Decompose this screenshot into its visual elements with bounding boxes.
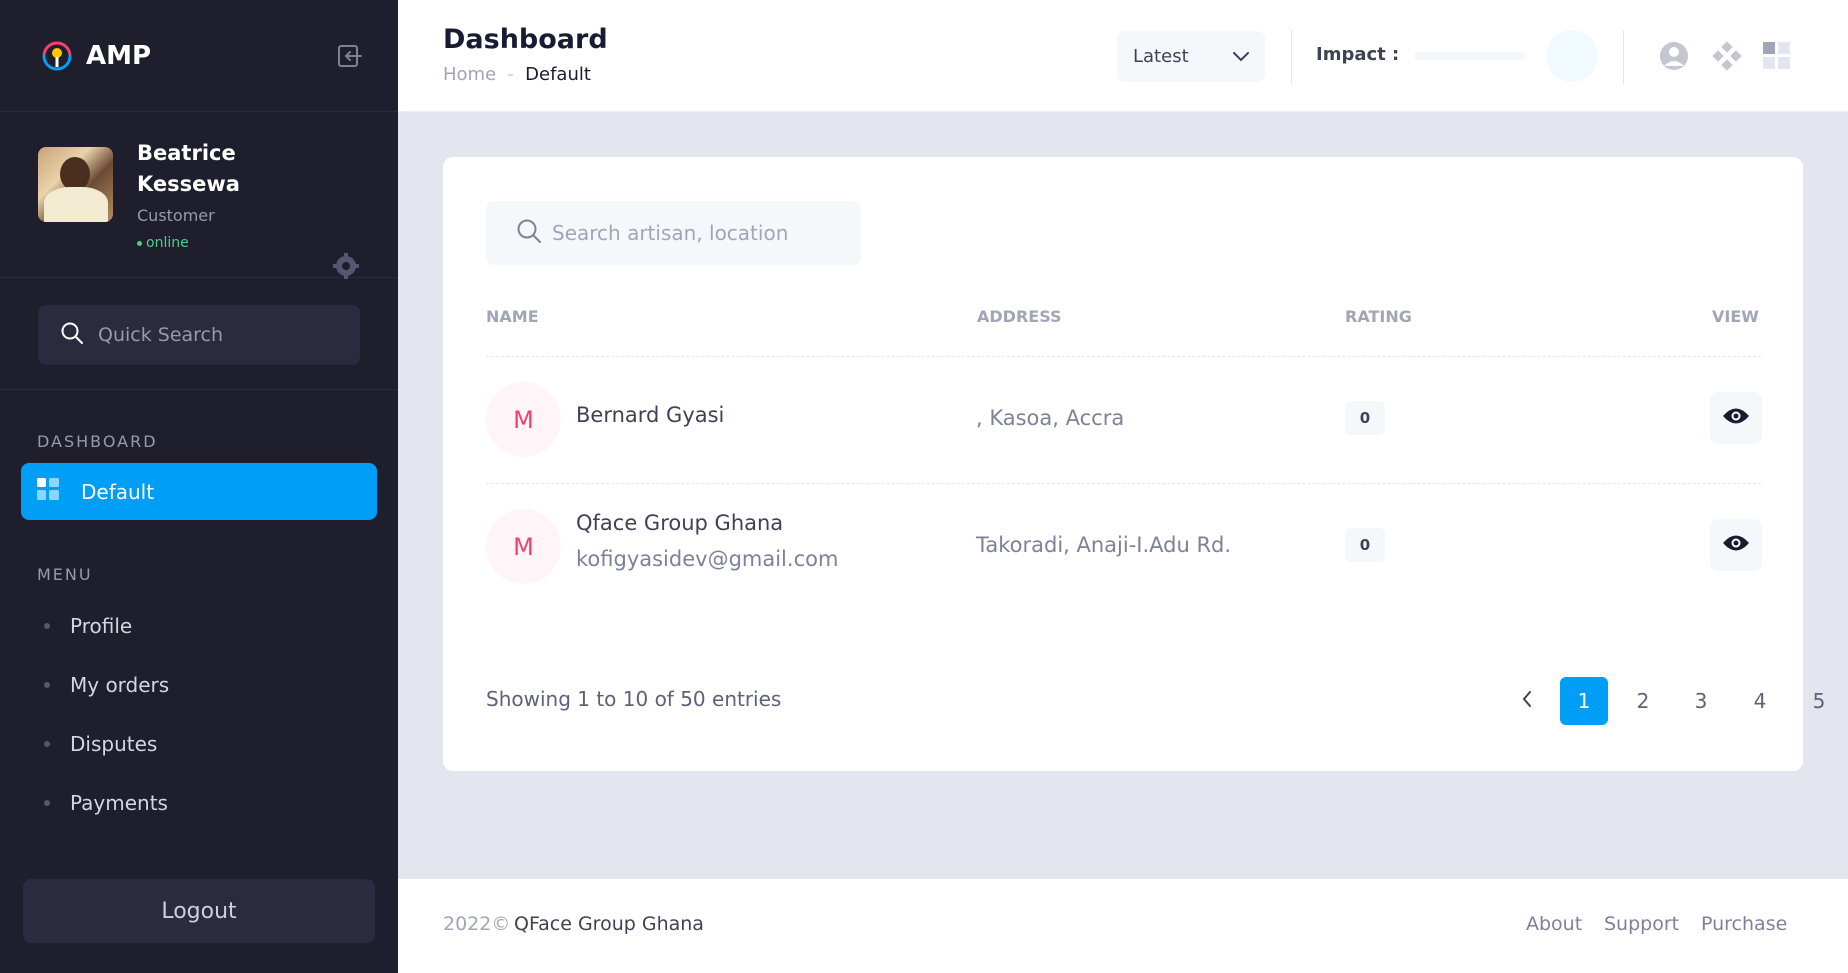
- search-icon: [60, 321, 84, 349]
- sidebar-collapse-icon[interactable]: [336, 43, 362, 69]
- gear-icon[interactable]: [332, 252, 360, 280]
- sort-select-value: Latest: [1133, 46, 1189, 67]
- breadcrumb-current: Default: [525, 64, 591, 85]
- apps-diamond-icon[interactable]: [1711, 40, 1743, 72]
- pagination-page-1[interactable]: 1: [1560, 677, 1608, 725]
- artisan-name: Bernard Gyasi: [576, 403, 725, 427]
- view-button[interactable]: [1710, 519, 1762, 571]
- logout-button[interactable]: Logout: [23, 879, 375, 943]
- sidebar-item-label: Payments: [70, 790, 168, 815]
- rating-badge: 0: [1345, 401, 1385, 435]
- impact-progress-bar: [1414, 52, 1526, 60]
- amp-logo-icon[interactable]: [38, 37, 76, 75]
- pagination-info: Showing 1 to 10 of 50 entries: [486, 687, 782, 711]
- brand-name: AMP: [86, 40, 152, 71]
- sidebar-item-default[interactable]: Default: [21, 463, 377, 520]
- header-divider: [1623, 30, 1624, 84]
- chevron-left-icon: [1522, 689, 1532, 713]
- footer-support-link[interactable]: Support: [1604, 913, 1679, 935]
- pagination-prev-button[interactable]: [1503, 677, 1551, 725]
- quick-search[interactable]: [38, 305, 360, 365]
- layout-grid-icon[interactable]: [1761, 40, 1793, 72]
- header-divider: [1291, 30, 1292, 84]
- search-icon: [516, 218, 542, 248]
- sidebar-item-my-orders[interactable]: My orders: [0, 655, 398, 714]
- user-name: Beatrice Kessewa: [137, 141, 240, 196]
- top-header: Dashboard Home Default Latest Impact :: [398, 0, 1848, 112]
- sidebar-item-profile[interactable]: Profile: [0, 596, 398, 655]
- column-header-rating[interactable]: RATING: [1345, 307, 1412, 326]
- footer-about-link[interactable]: About: [1526, 913, 1582, 935]
- page-title: Dashboard: [443, 24, 608, 55]
- avatar[interactable]: [38, 147, 113, 222]
- footer: 2022© QFace Group Ghana About Support Pu…: [398, 879, 1848, 973]
- artisan-email: kofigyasidev@gmail.com: [576, 547, 839, 571]
- sidebar-item-payments[interactable]: Payments: [0, 773, 398, 832]
- artisan-search-input[interactable]: [552, 221, 831, 245]
- eye-icon: [1722, 534, 1750, 556]
- user-status-label: online: [146, 235, 189, 251]
- sidebar-item-label: My orders: [70, 672, 170, 697]
- sort-select[interactable]: Latest: [1117, 31, 1265, 82]
- chevron-down-icon: [1233, 46, 1249, 67]
- table-row: M Bernard Gyasi , Kasoa, Accra 0: [486, 356, 1762, 466]
- artisan-address: Takoradi, Anaji-I.Adu Rd.: [976, 533, 1232, 557]
- impact-indicator: [1546, 30, 1598, 82]
- sidebar-item-label: Disputes: [70, 731, 158, 756]
- rating-badge: 0: [1345, 528, 1385, 562]
- user-status: online: [137, 235, 297, 251]
- footer-company-link[interactable]: QFace Group Ghana: [514, 913, 704, 935]
- breadcrumb: Home Default: [443, 64, 591, 85]
- footer-year: 2022©: [443, 913, 511, 935]
- column-header-address[interactable]: ADDRESS: [977, 307, 1062, 326]
- pagination-page-4[interactable]: 4: [1736, 677, 1784, 725]
- pagination-page-5[interactable]: 5: [1795, 677, 1843, 725]
- pagination-page-2[interactable]: 2: [1619, 677, 1667, 725]
- column-header-name[interactable]: NAME: [486, 307, 539, 326]
- quick-search-input[interactable]: [98, 324, 318, 346]
- eye-icon: [1722, 407, 1750, 429]
- bullet-icon: [44, 622, 50, 629]
- online-dot-icon: [137, 240, 142, 246]
- dashboard-grid-icon: [37, 478, 59, 505]
- artisan-avatar: M: [486, 509, 561, 584]
- breadcrumb-separator: [508, 73, 514, 76]
- sidebar-item-label: Profile: [70, 613, 133, 638]
- table-row: M Qface Group Ghana kofigyasidev@gmail.c…: [486, 483, 1762, 593]
- user-avatar-icon[interactable]: [1658, 40, 1690, 72]
- breadcrumb-home-link[interactable]: Home: [443, 64, 496, 85]
- pagination-page-3[interactable]: 3: [1677, 677, 1725, 725]
- bullet-icon: [44, 799, 50, 806]
- artisan-avatar: M: [486, 382, 561, 457]
- user-profile: Beatrice Kessewa Customer online: [0, 112, 398, 280]
- artisan-name: Qface Group Ghana: [576, 511, 784, 535]
- view-button[interactable]: [1710, 392, 1762, 444]
- bullet-icon: [44, 681, 50, 688]
- footer-purchase-link[interactable]: Purchase: [1701, 913, 1787, 935]
- artisan-address: , Kasoa, Accra: [976, 406, 1125, 430]
- sidebar: AMP Beatrice Kessewa Customer online Qui…: [0, 0, 398, 973]
- dashboard-section-label: DASHBOARD: [37, 432, 158, 451]
- sidebar-item-default-label: Default: [81, 479, 155, 504]
- sidebar-item-disputes[interactable]: Disputes: [0, 714, 398, 773]
- user-role: Customer: [137, 206, 215, 225]
- artisans-card: NAME ADDRESS RATING VIEW M Bernard Gyasi…: [443, 157, 1825, 771]
- menu-section-label: MENU: [37, 565, 93, 584]
- bullet-icon: [44, 740, 50, 747]
- brand: AMP: [0, 0, 398, 112]
- impact-label: Impact :: [1316, 44, 1400, 65]
- artisan-search[interactable]: [486, 201, 861, 265]
- column-header-view[interactable]: VIEW: [1712, 307, 1759, 326]
